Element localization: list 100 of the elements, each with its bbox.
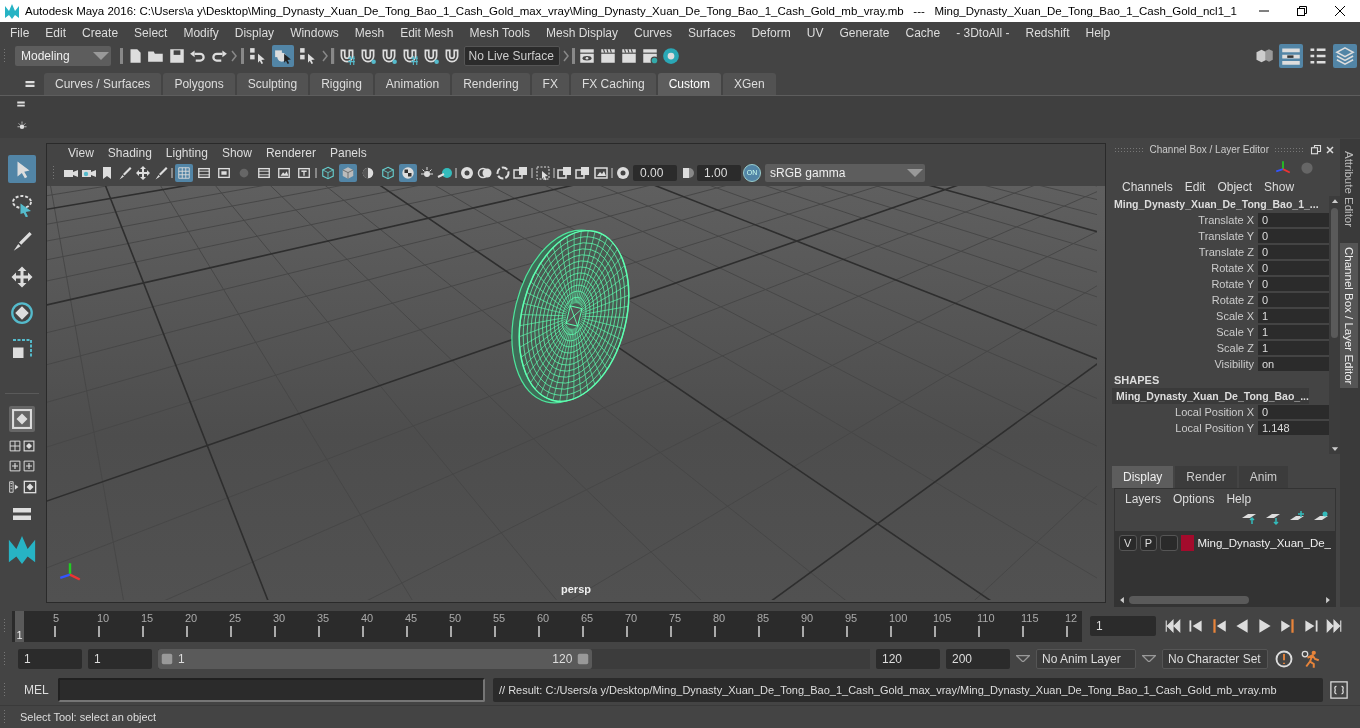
attribute-label: Translate Z xyxy=(1197,246,1255,259)
frame-number: 25 xyxy=(229,610,243,625)
character-set-dropdown[interactable]: No Character Set xyxy=(1162,648,1268,669)
time-slider[interactable]: 1 5 10 15 20 25 30 35 40 45 50 55 60 65 70 75 80 85 90 95 100 105 110 115 12 xyxy=(12,610,1082,642)
menu-item[interactable]: Deform xyxy=(743,25,799,40)
frame-number: 70 xyxy=(625,610,639,625)
shelf-tab[interactable]: Rigging xyxy=(310,73,373,95)
attribute-value-field[interactable]: 1.148 xyxy=(1258,420,1329,436)
menu-item[interactable]: Edit xyxy=(37,25,75,40)
panel-menu[interactable]: Lighting xyxy=(158,145,215,160)
layer-name[interactable]: Ming_Dynasty_Xuan_De_ xyxy=(1197,537,1331,550)
panel-menu[interactable]: Channels xyxy=(1116,180,1179,194)
menu-item[interactable]: Mesh xyxy=(346,25,393,40)
attribute-value-field[interactable]: on xyxy=(1258,356,1329,372)
panel-menu[interactable]: Shading xyxy=(100,145,159,160)
attribute-value-field[interactable]: 0 xyxy=(1258,212,1329,228)
attribute-value-field[interactable]: 0 xyxy=(1258,228,1329,244)
menu-item[interactable]: Generate xyxy=(831,25,898,40)
layer-menu[interactable]: Options xyxy=(1167,491,1221,506)
layer-menu[interactable]: Layers xyxy=(1119,491,1168,506)
range-end-label: 120 xyxy=(552,651,573,666)
attribute-value-field[interactable]: 1 xyxy=(1258,324,1329,340)
attribute-value-field[interactable]: 0 xyxy=(1258,292,1329,308)
panel-menu[interactable]: Panels xyxy=(322,145,374,160)
frame-number: 80 xyxy=(713,610,727,625)
panel-menu[interactable]: Object xyxy=(1211,180,1259,194)
current-frame-marker[interactable]: 1 xyxy=(15,610,24,642)
side-tab[interactable]: Attribute Editor xyxy=(1340,146,1358,231)
playback-start-field[interactable]: 1 xyxy=(88,648,152,669)
object-name[interactable]: Ming_Dynasty_Xuan_De_Tong_Bao_1_... xyxy=(1110,196,1319,213)
layer-menu[interactable]: Help xyxy=(1220,491,1258,506)
gamma-field[interactable]: 1.00 xyxy=(697,164,741,181)
animation-end-field[interactable]: 200 xyxy=(946,648,1010,669)
frame-number: 50 xyxy=(449,610,463,625)
menu-item[interactable]: Cache xyxy=(897,25,949,40)
shelf-tab[interactable]: FX Caching xyxy=(570,73,656,95)
attribute-value-field[interactable]: 0 xyxy=(1258,404,1329,420)
menu-item[interactable]: UV xyxy=(798,25,832,40)
frame-number: 10 xyxy=(97,610,111,625)
exposure-field[interactable]: 0.00 xyxy=(633,164,677,181)
shelf-tab[interactable]: Polygons xyxy=(163,73,235,95)
panel-menu[interactable]: Edit xyxy=(1178,180,1212,194)
attribute-value-field[interactable]: 1 xyxy=(1258,308,1329,324)
attribute-label: Scale Y xyxy=(1215,326,1255,339)
side-tab[interactable]: Channel Box / Layer Editor xyxy=(1340,242,1358,389)
menu-item[interactable]: Windows xyxy=(282,25,347,40)
panel-title: Channel Box / Layer Editor xyxy=(1149,144,1269,156)
menu-item[interactable]: - 3DtoAll - xyxy=(948,25,1018,40)
menu-item[interactable]: Mesh Display xyxy=(538,25,627,40)
frame-number: 30 xyxy=(273,610,287,625)
shelf-tab[interactable]: XGen xyxy=(722,73,776,95)
menu-item[interactable]: Curves xyxy=(626,25,681,40)
panel-menu[interactable]: Show xyxy=(214,145,259,160)
shelf-tab[interactable]: FX xyxy=(531,73,569,95)
menu-set-dropdown[interactable]: Modeling xyxy=(15,45,111,66)
window-title: Autodesk Maya 2016: C:\Users\a y\Desktop\Ming_Dynasty_Xuan_De_Tong_Bao_1_Cash_Gold_max_vray\Ming_Dynasty_Xuan_De_Tong_Bao_1_Cash_Gold_mb_vray.mb --- Ming_Dynasty_Xuan_De_Tong_Bao_1_Cash_Gold_ncl1_1 xyxy=(25,5,1238,17)
menu-item[interactable]: Edit Mesh xyxy=(392,25,462,40)
panel-menu[interactable]: Renderer xyxy=(258,145,323,160)
layer-editor-tab[interactable]: Render xyxy=(1175,465,1237,488)
shelf-tab[interactable]: Custom xyxy=(657,73,721,95)
shelf-tab[interactable]: Animation xyxy=(374,73,451,95)
attribute-value-field[interactable]: 1 xyxy=(1258,340,1329,356)
menu-item[interactable]: Modify xyxy=(175,25,227,40)
menu-item[interactable]: Create xyxy=(74,25,127,40)
menu-item[interactable]: Surfaces xyxy=(680,25,744,40)
command-result-field: // Result: C:/Users/a y/Desktop/Ming_Dynasty_Xuan_De_Tong_Bao_1_Cash_Gold_max_vray/Ming_Dynasty_Xuan_De_Tong_Bao_1_Cash_Gold_mb_vray.mb xyxy=(493,677,1323,702)
visibility-toggle[interactable]: V xyxy=(1119,535,1137,552)
anim-layer-dropdown[interactable]: No Anim Layer xyxy=(1036,648,1136,669)
script-language-label[interactable]: MEL xyxy=(18,682,52,697)
attribute-value-field[interactable]: 0 xyxy=(1258,260,1329,276)
range-slider[interactable]: 1 120 xyxy=(158,648,593,669)
layer-editor-tab[interactable]: Display xyxy=(1112,465,1174,488)
menu-item[interactable]: Help xyxy=(1077,25,1119,40)
attribute-value-field[interactable]: 0 xyxy=(1258,244,1329,260)
live-surface-field[interactable]: No Live Surface xyxy=(463,45,560,66)
range-slider-track[interactable]: 1 120 xyxy=(158,648,870,669)
menu-item[interactable]: Display xyxy=(226,25,283,40)
shape-name[interactable]: Ming_Dynasty_Xuan_De_Tong_Bao_... xyxy=(1112,388,1309,405)
attribute-value-field[interactable]: 0 xyxy=(1258,276,1329,292)
frame-number: 5 xyxy=(53,610,61,625)
menu-item[interactable]: Mesh Tools xyxy=(461,25,538,40)
shelf-tab[interactable]: Curves / Surfaces xyxy=(44,73,162,95)
attribute-label: Rotate Z xyxy=(1210,294,1255,307)
panel-menu[interactable]: View xyxy=(61,145,101,160)
menu-item[interactable]: File xyxy=(2,25,38,40)
layer-editor-tab[interactable]: Anim xyxy=(1238,465,1289,488)
camera-name: persp xyxy=(561,582,591,595)
attribute-label: Local Position Y xyxy=(1174,422,1255,435)
panel-menu[interactable]: Show xyxy=(1258,180,1301,194)
playback-toggle[interactable]: P xyxy=(1139,535,1158,552)
color-space-dropdown[interactable]: sRGB gamma xyxy=(765,163,925,182)
playback-end-field[interactable]: 120 xyxy=(876,648,940,669)
menu-item[interactable]: Select xyxy=(126,25,176,40)
shelf-tab[interactable]: Rendering xyxy=(452,73,530,95)
current-frame-field[interactable]: 1 xyxy=(1090,616,1156,637)
frame-number: 110 xyxy=(977,610,996,625)
animation-start-field[interactable]: 1 xyxy=(18,648,82,669)
shelf-tab[interactable]: Sculpting xyxy=(236,73,309,95)
attribute-label: Local Position X xyxy=(1174,406,1255,419)
menu-item[interactable]: Redshift xyxy=(1017,25,1078,40)
